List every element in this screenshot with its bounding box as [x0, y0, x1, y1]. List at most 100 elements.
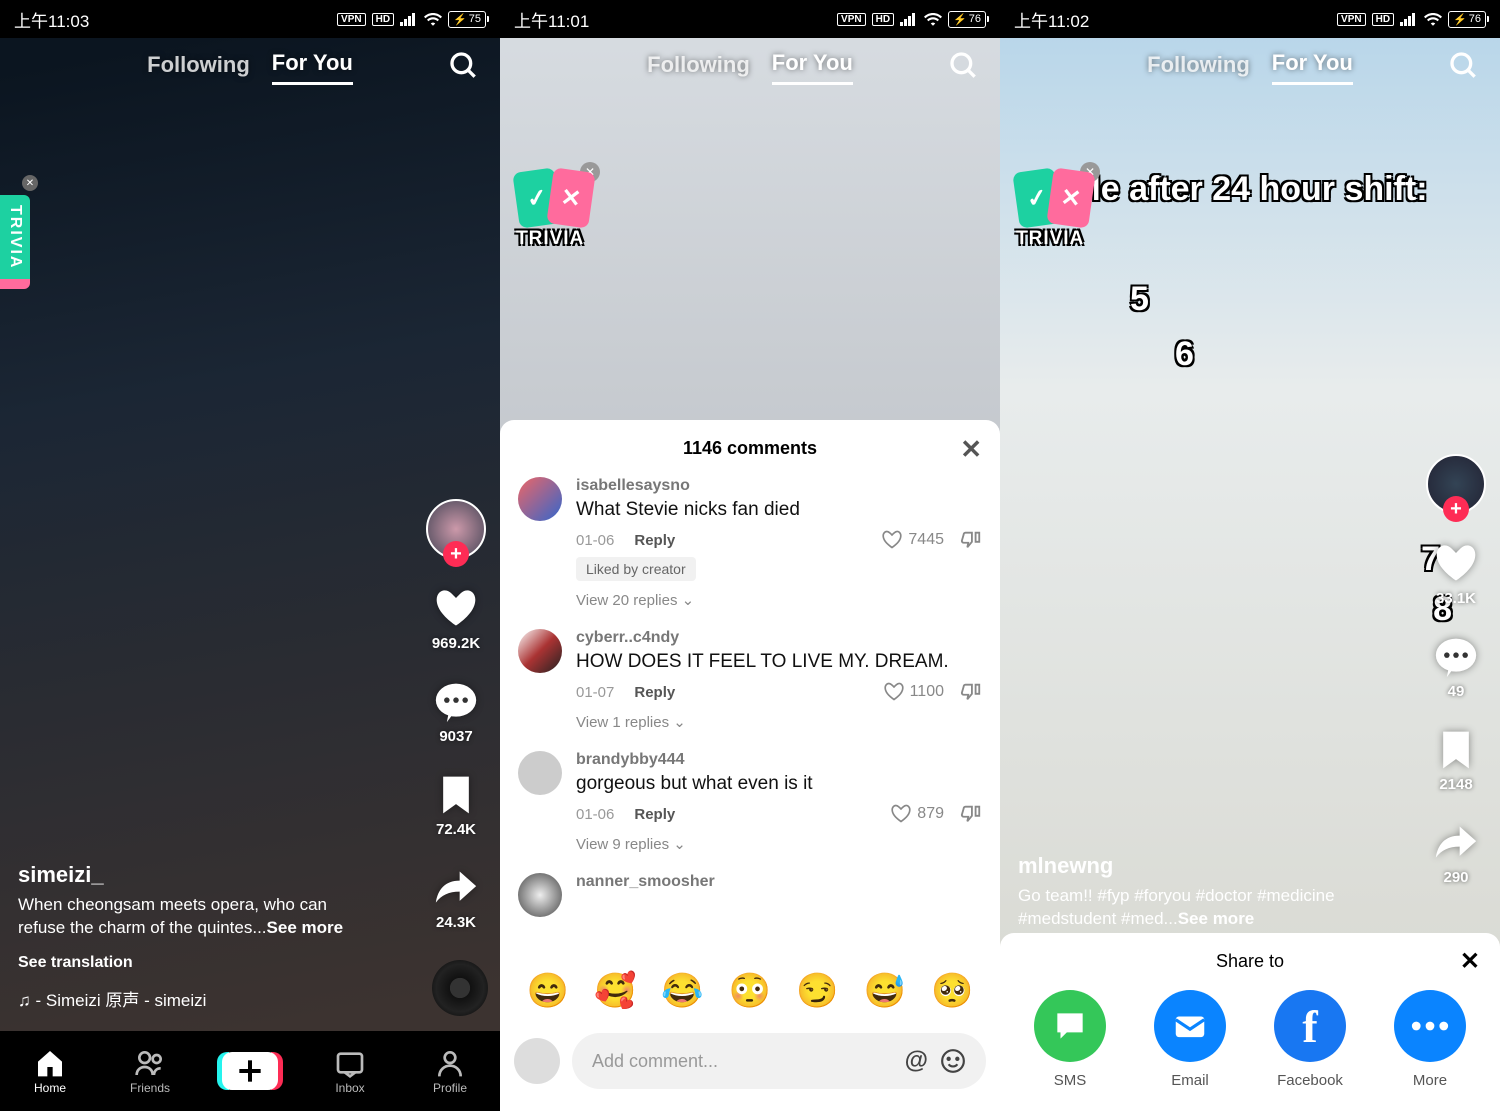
comment-date: 01-07: [576, 684, 614, 701]
trivia-badge[interactable]: ✕ TRIVIA: [0, 195, 30, 289]
comment-text: gorgeous but what even is it: [576, 773, 982, 795]
share-email[interactable]: Email: [1154, 990, 1226, 1089]
tab-foryou[interactable]: For You: [272, 50, 353, 85]
trivia-badge[interactable]: ✕ ✓✕ TRIVIA: [516, 170, 592, 250]
status-time: 上午11:03: [14, 7, 89, 32]
comment-input[interactable]: Add comment... @: [572, 1033, 986, 1089]
signal-icon: [1400, 12, 1418, 26]
comment-dislike-button[interactable]: [960, 681, 982, 703]
screen-share: 上午11:02 VPN HD ⚡76 Following For You ✕ ✓…: [1000, 0, 1500, 1111]
emoji-button[interactable]: 😅: [864, 971, 906, 1011]
input-placeholder: Add comment...: [592, 1051, 718, 1072]
comment-item: cyberr..c4ndy HOW DOES IT FEEL TO LIVE M…: [518, 629, 982, 731]
status-bar: 上午11:01 VPN HD ⚡76: [500, 0, 1000, 38]
nav-profile[interactable]: Profile: [410, 1047, 490, 1095]
see-more-button[interactable]: See more: [267, 918, 344, 937]
commenter-avatar[interactable]: [518, 629, 562, 673]
wifi-icon: [924, 12, 942, 26]
comment-like-button[interactable]: 1100: [884, 682, 944, 702]
status-time: 上午11:01: [514, 7, 589, 32]
comment-dislike-button[interactable]: [960, 803, 982, 825]
tab-following[interactable]: Following: [1147, 52, 1250, 84]
reply-button[interactable]: Reply: [634, 806, 675, 823]
commenter-name[interactable]: nanner_smoosher: [576, 873, 982, 891]
view-replies-button[interactable]: View 20 replies ⌄: [576, 591, 982, 609]
comment-button[interactable]: 49: [1434, 635, 1478, 700]
creator-avatar[interactable]: +: [1426, 454, 1486, 514]
bottom-nav: Home Friends Inbox Profile: [0, 1031, 500, 1111]
tab-foryou[interactable]: For You: [1272, 50, 1353, 85]
trivia-badge[interactable]: ✕ ✓✕ TRIVIA: [1016, 170, 1092, 250]
username[interactable]: mlnewng: [1018, 853, 1400, 879]
reply-button[interactable]: Reply: [634, 532, 675, 549]
share-button[interactable]: 290: [1434, 821, 1478, 886]
view-replies-button[interactable]: View 1 replies ⌄: [576, 713, 982, 731]
commenter-avatar[interactable]: [518, 751, 562, 795]
username[interactable]: simeizi_: [18, 862, 370, 888]
share-sms[interactable]: SMS: [1034, 990, 1106, 1089]
comment-button[interactable]: 9037: [434, 680, 478, 745]
share-button[interactable]: 24.3K: [434, 866, 478, 931]
share-facebook[interactable]: f Facebook: [1274, 990, 1346, 1089]
create-icon: [222, 1052, 278, 1090]
vpn-indicator: VPN: [1337, 13, 1366, 26]
screen-comments: 上午11:01 VPN HD ⚡76 Following For You ✕ ✓…: [500, 0, 1000, 1111]
comments-list[interactable]: isabellesaysno What Stevie nicks fan die…: [500, 477, 1000, 959]
emoji-button[interactable]: 😂: [661, 971, 703, 1011]
close-share-button[interactable]: ✕: [1460, 947, 1480, 976]
battery-indicator: ⚡76: [1448, 11, 1486, 28]
status-indicators: VPN HD ⚡75: [337, 11, 486, 28]
comment-like-button[interactable]: 7445: [882, 530, 944, 550]
share-row: SMS Email f Facebook More: [1000, 990, 1500, 1089]
emoji-button[interactable]: 🥺: [931, 971, 973, 1011]
status-bar: 上午11:03 VPN HD ⚡75: [0, 0, 500, 38]
tab-foryou[interactable]: For You: [772, 50, 853, 85]
commenter-name[interactable]: brandybby444: [576, 751, 982, 769]
search-button[interactable]: [1448, 50, 1480, 87]
emoji-picker-icon[interactable]: [940, 1048, 966, 1074]
emoji-button[interactable]: 🥰: [594, 971, 636, 1011]
search-button[interactable]: [948, 50, 980, 87]
vpn-indicator: VPN: [837, 13, 866, 26]
comment-like-button[interactable]: 879: [891, 804, 944, 824]
sound-row[interactable]: ♫ - Simeizi 原声 - simeizi: [18, 986, 370, 1011]
view-replies-button[interactable]: View 9 replies ⌄: [576, 835, 982, 853]
emoji-button[interactable]: 😳: [729, 971, 771, 1011]
nav-home[interactable]: Home: [10, 1047, 90, 1095]
creator-avatar[interactable]: +: [426, 499, 486, 559]
my-avatar[interactable]: [514, 1038, 560, 1084]
search-button[interactable]: [448, 50, 480, 87]
like-button[interactable]: 969.2K: [432, 587, 480, 652]
emoji-button[interactable]: 😄: [527, 971, 569, 1011]
save-button[interactable]: 72.4K: [434, 773, 478, 838]
commenter-name[interactable]: isabellesaysno: [576, 477, 982, 495]
like-button[interactable]: 33.1K: [1434, 542, 1478, 607]
sound-disc[interactable]: [432, 960, 488, 1016]
follow-plus-icon[interactable]: +: [1443, 496, 1469, 522]
battery-indicator: ⚡75: [448, 11, 486, 28]
reply-button[interactable]: Reply: [634, 684, 675, 701]
nav-friends[interactable]: Friends: [110, 1047, 190, 1095]
feed-tabs: Following For You: [500, 50, 1000, 85]
see-more-button[interactable]: See more: [1178, 909, 1255, 928]
comment-dislike-button[interactable]: [960, 529, 982, 551]
comment-input-row: Add comment... @: [500, 1023, 1000, 1111]
share-more[interactable]: More: [1394, 990, 1466, 1089]
commenter-avatar[interactable]: [518, 477, 562, 521]
nav-create[interactable]: [210, 1052, 290, 1090]
see-translation[interactable]: See translation: [18, 954, 370, 972]
caption-block: simeizi_ When cheongsam meets opera, who…: [18, 862, 370, 1011]
follow-plus-icon[interactable]: +: [443, 541, 469, 567]
caption-text[interactable]: Go team!! #fyp #foryou #doctor #medicine…: [1018, 885, 1400, 931]
emoji-button[interactable]: 😏: [796, 971, 838, 1011]
caption-text[interactable]: When cheongsam meets opera, who can refu…: [18, 894, 370, 940]
close-comments-button[interactable]: ✕: [960, 434, 982, 465]
commenter-avatar[interactable]: [518, 873, 562, 917]
commenter-name[interactable]: cyberr..c4ndy: [576, 629, 982, 647]
nav-inbox[interactable]: Inbox: [310, 1047, 390, 1095]
mention-icon[interactable]: @: [905, 1047, 928, 1075]
save-button[interactable]: 2148: [1434, 728, 1478, 793]
tab-following[interactable]: Following: [147, 52, 250, 84]
tab-following[interactable]: Following: [647, 52, 750, 84]
close-icon[interactable]: ✕: [22, 175, 38, 191]
